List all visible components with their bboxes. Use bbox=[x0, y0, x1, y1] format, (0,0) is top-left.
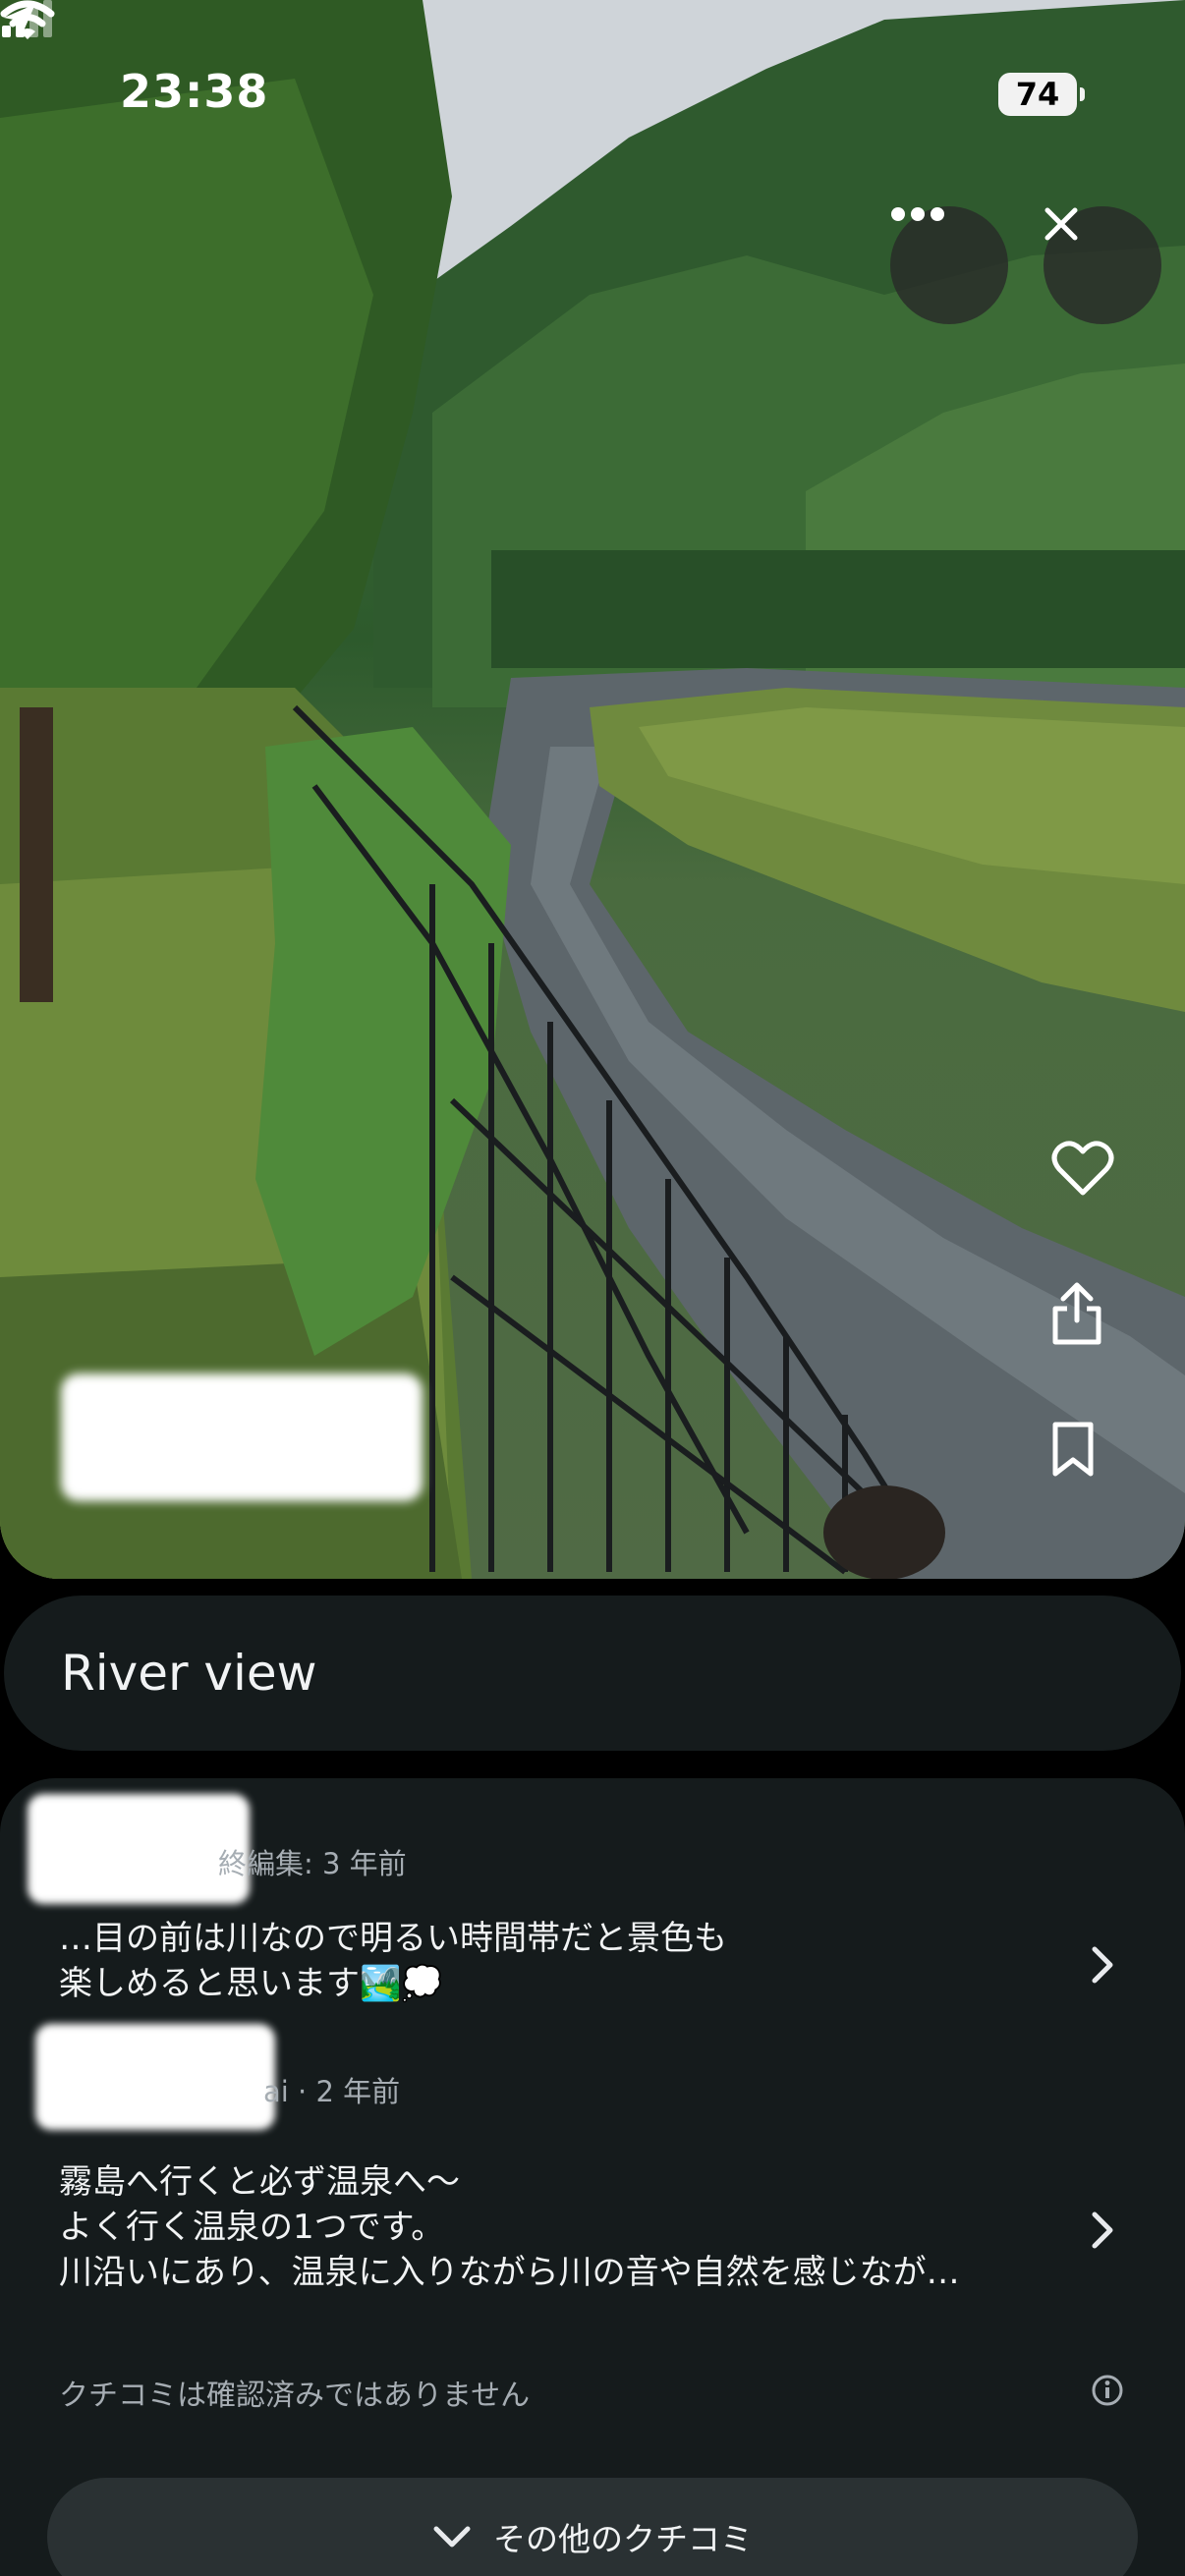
close-icon bbox=[1044, 207, 1078, 241]
like-button[interactable] bbox=[1051, 1140, 1130, 1218]
save-button[interactable] bbox=[1051, 1421, 1130, 1499]
redacted-photo-credit bbox=[61, 1373, 423, 1501]
more-reviews-label: その他のクチコミ bbox=[493, 2520, 753, 2558]
review-text: …目の前は川なので明るい時間帯だと景色も 楽しめると思います🏞️💭 bbox=[59, 1919, 727, 2003]
more-reviews-button[interactable]: その他のクチコミ bbox=[47, 2478, 1138, 2576]
chevron-right-icon bbox=[1092, 1946, 1113, 1984]
review-meta: ai · 2 年前 bbox=[263, 2075, 401, 2108]
chevron-down-icon bbox=[433, 2526, 471, 2548]
wifi-icon bbox=[0, 0, 55, 39]
photo-label-card: River view bbox=[4, 1596, 1181, 1751]
place-photo[interactable]: 23:38 74 bbox=[0, 0, 1185, 1579]
info-icon[interactable] bbox=[1091, 2374, 1124, 2407]
review-disclaimer: クチコミは確認済みではありません bbox=[59, 2379, 531, 2413]
heart-icon bbox=[1051, 1141, 1114, 1196]
share-icon bbox=[1052, 1282, 1101, 1345]
battery-indicator: 74 bbox=[998, 73, 1085, 116]
river-scene bbox=[0, 0, 1185, 1579]
redacted-reviewer bbox=[28, 1794, 250, 1904]
status-time: 23:38 bbox=[120, 65, 269, 118]
more-options-button[interactable] bbox=[890, 206, 1008, 324]
photo-label: River view bbox=[61, 1645, 317, 1702]
chevron-right-icon bbox=[1092, 2212, 1113, 2249]
redacted-reviewer bbox=[35, 2024, 275, 2130]
bookmark-icon bbox=[1052, 1422, 1094, 1477]
review-text: 霧島へ行くと必ず温泉へ〜 よく行く温泉の1つです。 川沿いにあり、温泉に入りなが… bbox=[59, 2162, 960, 2292]
more-horizontal-icon bbox=[891, 207, 944, 221]
share-button[interactable] bbox=[1051, 1281, 1130, 1360]
review-meta: 終編集: 3 年前 bbox=[218, 1847, 407, 1880]
close-button[interactable] bbox=[1044, 206, 1161, 324]
review-item[interactable]: ai · 2 年前 霧島へ行くと必ず温泉へ〜 よく行く温泉の1つです。 川沿いに… bbox=[0, 2024, 1185, 2319]
review-item[interactable]: 終編集: 3 年前 …目の前は川なので明るい時間帯だと景色も 楽しめると思います… bbox=[0, 1778, 1185, 2014]
review-snippets: 終編集: 3 年前 …目の前は川なので明るい時間帯だと景色も 楽しめると思います… bbox=[0, 1778, 1185, 2576]
